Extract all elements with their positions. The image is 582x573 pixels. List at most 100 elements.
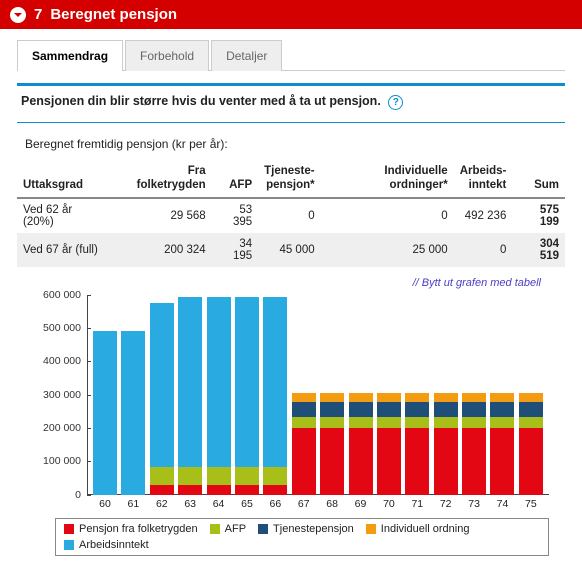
chevron-down-icon xyxy=(10,7,26,23)
bar xyxy=(320,295,344,495)
bar xyxy=(150,295,174,495)
help-icon[interactable]: ? xyxy=(388,95,403,110)
bar-segment-folke xyxy=(207,485,231,495)
bar-segment-folke xyxy=(405,428,429,495)
header-title: Beregnet pensjon xyxy=(50,6,177,23)
bar-segment-afp xyxy=(235,467,259,485)
bar-segment-afp xyxy=(377,417,401,428)
bar-segment-afp xyxy=(405,417,429,428)
y-tick: 400 000 xyxy=(25,355,87,367)
bar-segment-arbeid xyxy=(207,297,231,467)
table-header: Uttaksgrad xyxy=(17,161,111,198)
table-header: Sum xyxy=(512,161,565,198)
x-tick: 65 xyxy=(235,498,259,510)
y-tick: 200 000 xyxy=(25,422,87,434)
bar-segment-afp xyxy=(263,467,287,485)
table-header: Tjeneste-pensjon* xyxy=(258,161,321,198)
bar-segment-afp xyxy=(462,417,486,428)
table-cell: 200 324 xyxy=(111,233,212,267)
y-tick: 300 000 xyxy=(25,389,87,401)
x-tick: 74 xyxy=(490,498,514,510)
y-tick: 100 000 xyxy=(25,455,87,467)
bar-segment-tjen xyxy=(434,402,458,417)
bar-segment-afp xyxy=(150,467,174,485)
bar-segment-tjen xyxy=(490,402,514,417)
bar xyxy=(377,295,401,495)
bar-segment-folke xyxy=(519,428,543,495)
subhead: Beregnet fremtidig pensjon (kr per år): xyxy=(17,133,565,161)
bar xyxy=(93,295,117,495)
x-tick: 75 xyxy=(519,498,543,510)
bar xyxy=(349,295,373,495)
bar xyxy=(490,295,514,495)
bar-segment-folke xyxy=(235,485,259,495)
x-tick: 72 xyxy=(434,498,458,510)
bar-segment-indiv xyxy=(519,393,543,401)
bar xyxy=(121,295,145,495)
bar-segment-indiv xyxy=(434,393,458,401)
bar xyxy=(207,295,231,495)
bar xyxy=(178,295,202,495)
bar-segment-afp xyxy=(349,417,373,428)
x-tick: 71 xyxy=(405,498,429,510)
x-tick: 64 xyxy=(207,498,231,510)
row-label: Ved 67 år (full) xyxy=(17,233,111,267)
row-label: Ved 62 år (20%) xyxy=(17,198,111,233)
legend-swatch-afp xyxy=(210,524,220,534)
bar-segment-afp xyxy=(292,417,316,428)
tab-forbehold[interactable]: Forbehold xyxy=(125,40,209,71)
table-header: Arbeids-inntekt xyxy=(454,161,513,198)
bar-segment-folke xyxy=(320,428,344,495)
table-cell: 304 519 xyxy=(512,233,565,267)
bar xyxy=(519,295,543,495)
x-tick: 60 xyxy=(93,498,117,510)
bar-segment-folke xyxy=(434,428,458,495)
legend-swatch-arbeid xyxy=(64,540,74,550)
lead-message: Pensjonen din blir større hvis du venter… xyxy=(21,94,381,108)
bar-segment-folke xyxy=(150,485,174,495)
bar-segment-afp xyxy=(519,417,543,428)
x-tick: 73 xyxy=(462,498,486,510)
bar-segment-folke xyxy=(462,428,486,495)
bar-segment-afp xyxy=(207,467,231,485)
bar-segment-tjen xyxy=(377,402,401,417)
bar-segment-afp xyxy=(490,417,514,428)
x-tick: 68 xyxy=(320,498,344,510)
section-header: 7 Beregnet pensjon xyxy=(0,0,582,29)
table-cell: 34 195 xyxy=(212,233,258,267)
table-header: Individuelle ordninger* xyxy=(321,161,454,198)
x-tick: 67 xyxy=(292,498,316,510)
swap-chart-link[interactable]: // Bytt ut grafen med tabell xyxy=(413,277,541,289)
bar-segment-arbeid xyxy=(178,297,202,467)
table-header: AFP xyxy=(212,161,258,198)
x-tick: 63 xyxy=(178,498,202,510)
bar-segment-arbeid xyxy=(263,297,287,467)
bar-segment-folke xyxy=(263,485,287,495)
table-cell: 575 199 xyxy=(512,198,565,233)
bar xyxy=(462,295,486,495)
table-header: Fra folketrygden xyxy=(111,161,212,198)
bar-segment-arbeid xyxy=(121,331,145,495)
bar-segment-tjen xyxy=(519,402,543,417)
tab-sammendrag[interactable]: Sammendrag xyxy=(17,40,123,71)
bar xyxy=(235,295,259,495)
bar-segment-afp xyxy=(434,417,458,428)
x-tick: 62 xyxy=(150,498,174,510)
bar-segment-indiv xyxy=(320,393,344,401)
legend-swatch-indiv xyxy=(366,524,376,534)
table-cell: 492 236 xyxy=(454,198,513,233)
tab-detaljer[interactable]: Detaljer xyxy=(211,40,282,71)
table-cell: 45 000 xyxy=(258,233,321,267)
bar-segment-tjen xyxy=(292,402,316,417)
table-row: Ved 67 år (full)200 32434 19545 00025 00… xyxy=(17,233,565,267)
bar-segment-arbeid xyxy=(150,303,174,467)
x-tick: 61 xyxy=(121,498,145,510)
bar xyxy=(292,295,316,495)
legend-swatch-tjen xyxy=(258,524,268,534)
bar-segment-folke xyxy=(178,485,202,495)
legend-label-arbeid: Arbeidsinntekt xyxy=(79,539,149,551)
bar-segment-folke xyxy=(349,428,373,495)
legend: Pensjon fra folketrygden AFP Tjenestepen… xyxy=(55,518,549,556)
table-cell: 0 xyxy=(454,233,513,267)
bar xyxy=(405,295,429,495)
